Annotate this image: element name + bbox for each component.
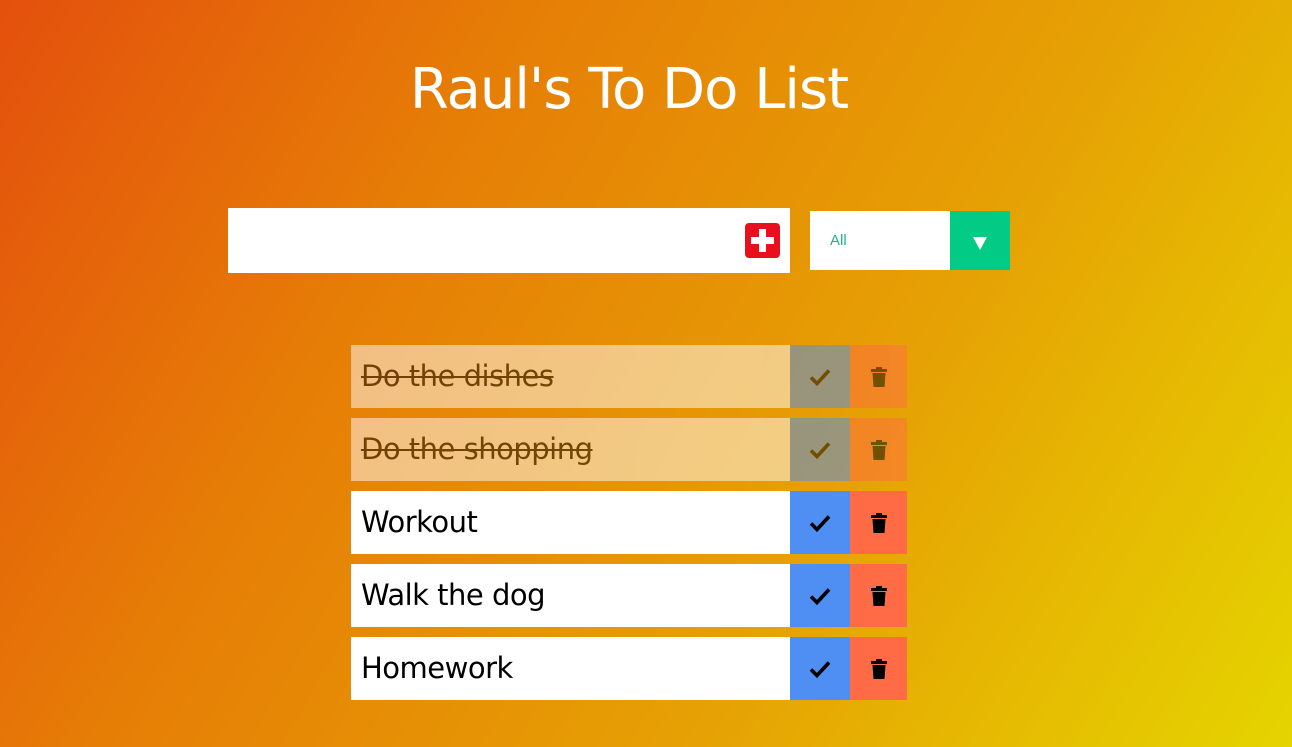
caret-down-icon xyxy=(973,237,987,250)
todo-text: Walk the dog xyxy=(351,564,790,627)
check-icon xyxy=(809,441,831,459)
trash-icon xyxy=(870,658,887,679)
complete-button[interactable] xyxy=(790,637,850,700)
check-icon xyxy=(809,587,831,605)
check-icon xyxy=(809,368,831,386)
todo-text: Homework xyxy=(351,637,790,700)
page-title: Raul's To Do List xyxy=(409,56,849,122)
complete-button[interactable] xyxy=(790,491,850,554)
complete-button[interactable] xyxy=(790,345,850,408)
filter-dropdown-button[interactable] xyxy=(950,211,1010,270)
trash-button[interactable] xyxy=(850,564,907,627)
add-todo-button[interactable] xyxy=(745,223,780,258)
complete-button[interactable] xyxy=(790,564,850,627)
todo-form xyxy=(228,208,790,273)
todo-item: Do the dishes xyxy=(351,345,907,408)
todo-text: Workout xyxy=(351,491,790,554)
todo-text: Do the shopping xyxy=(351,418,790,481)
todo-item: Do the shopping xyxy=(351,418,907,481)
trash-button[interactable] xyxy=(850,345,907,408)
check-icon xyxy=(809,514,831,532)
trash-icon xyxy=(870,439,887,460)
trash-button[interactable] xyxy=(850,418,907,481)
check-icon xyxy=(809,660,831,678)
todo-input[interactable] xyxy=(228,208,728,273)
todo-item: Workout xyxy=(351,491,907,554)
filter-select[interactable]: All xyxy=(810,211,1010,270)
trash-button[interactable] xyxy=(850,491,907,554)
todo-text: Do the dishes xyxy=(351,345,790,408)
filter-selected-value: All xyxy=(830,232,847,249)
trash-button[interactable] xyxy=(850,637,907,700)
trash-icon xyxy=(870,512,887,533)
todo-item: Homework xyxy=(351,637,907,700)
trash-icon xyxy=(870,366,887,387)
complete-button[interactable] xyxy=(790,418,850,481)
todo-item: Walk the dog xyxy=(351,564,907,627)
todo-list: Do the dishes Do the shopping Workout Wa… xyxy=(351,345,907,710)
trash-icon xyxy=(870,585,887,606)
